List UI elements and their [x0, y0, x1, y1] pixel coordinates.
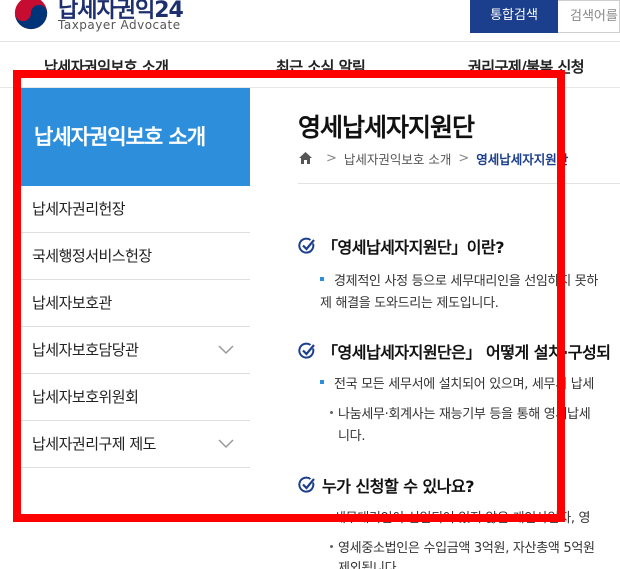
gnb-item-recent-news[interactable]: 최근 소식 알림 [276, 56, 366, 77]
chevron-down-icon[interactable] [218, 439, 234, 449]
check-circle-icon [298, 237, 315, 254]
sidebar-item-protection-committee[interactable]: 납세자보호위원회 [18, 374, 250, 421]
sidebar-item-label: 납세자보호담당관 [32, 341, 139, 359]
bullet-icon [330, 545, 333, 548]
sidebar-item-label: 납세자보호관 [32, 294, 112, 312]
breadcrumb-current: 영세납세자지원단 [476, 151, 569, 167]
gnb-item-remedy-appeal[interactable]: 권리구제/불복 신청 [468, 56, 585, 77]
top-header: 납세자권익24 Taxpayer Advocate 통합검색 검색어를 [0, 0, 620, 42]
divider [298, 183, 620, 184]
sidebar-item-label: 납세자권리구제 제도 [32, 435, 156, 453]
sidebar-item-taxpayer-advocate[interactable]: 납세자보호관 [18, 280, 250, 327]
section-text: 제외됩니다 [338, 561, 397, 569]
sidebar-item-remedy-system[interactable]: 납세자권리구제 제도 [18, 421, 250, 468]
section-title: 「영세납세자지원단」이란? [298, 234, 504, 258]
home-icon[interactable] [298, 151, 313, 165]
section-text: 영세중소법인은 수입금액 3억원, 자산총액 5억원 [338, 541, 595, 556]
section-text: 경제적인 사정 등으로 세무대리인을 선임하지 못하 [334, 274, 599, 289]
section-title-text: 「영세납세자지원단은」 어떻게 설치·구성되 [322, 343, 611, 362]
section-text: 니다. [338, 429, 366, 444]
section-text: 나눔세무·회계사는 재능기부 등을 통해 영세납세 [338, 407, 591, 422]
sidebar-item-label: 국세행정서비스헌장 [32, 247, 152, 265]
check-circle-icon [298, 476, 315, 493]
page-title: 영세납세자지원단 [298, 113, 475, 142]
section-text: 제 해결을 도와드리는 제도입니다. [320, 296, 499, 311]
global-nav: 납세자권익보호 소개 최근 소식 알림 권리구제/불복 신청 [0, 42, 620, 88]
section-title: 누가 신청할 수 있나요? [298, 473, 474, 497]
sidebar-title: 납세자권익보호 소개 [18, 88, 250, 186]
section-title-text: 「영세납세자지원단」이란? [322, 238, 504, 257]
breadcrumb-item[interactable]: 납세자권익보호 소개 [344, 149, 451, 168]
sidebar-item-label: 납세자권리헌장 [32, 200, 126, 218]
breadcrumb: > 납세자권익보호 소개 > 영세납세자지원단 [298, 148, 568, 168]
sidebar-menu: 납세자권리헌장 국세행정서비스헌장 납세자보호관 납세자보호담당관 납세자보호위… [18, 186, 250, 468]
section-text: 세무대리인이 선임되어 있지 않은 개인사업자, 영 [334, 511, 591, 526]
integrated-search-button[interactable]: 통합검색 [470, 0, 558, 33]
bullet-icon [320, 380, 324, 384]
bullet-icon [320, 514, 324, 518]
bullet-icon [330, 411, 333, 414]
sidebar-item-taxpayer-rights-charter[interactable]: 납세자권리헌장 [18, 186, 250, 233]
section-title-text: 누가 신청할 수 있나요? [322, 477, 474, 496]
sidebar-item-service-charter[interactable]: 국세행정서비스헌장 [18, 233, 250, 280]
bullet-icon [320, 277, 324, 281]
sidebar-item-advocate-officer[interactable]: 납세자보호담당관 [18, 327, 250, 374]
site-logo-subtitle: Taxpayer Advocate [58, 18, 181, 32]
sidebar-item-label: 납세자보호위원회 [32, 388, 139, 406]
search-input[interactable]: 검색어를 [558, 0, 620, 33]
breadcrumb-separator: > [326, 150, 337, 166]
section-text: 전국 모든 세무서에 설치되어 있으며, 세무서 납세 [334, 377, 595, 392]
chevron-down-icon[interactable] [218, 345, 234, 355]
taegeuk-logo-icon[interactable] [12, 0, 50, 32]
check-circle-icon [298, 342, 315, 359]
breadcrumb-separator: > [458, 150, 470, 166]
section-title: 「영세납세자지원단은」 어떻게 설치·구성되 [298, 339, 611, 363]
gnb-item-taxpayer-rights-intro[interactable]: 납세자권익보호 소개 [44, 56, 169, 77]
